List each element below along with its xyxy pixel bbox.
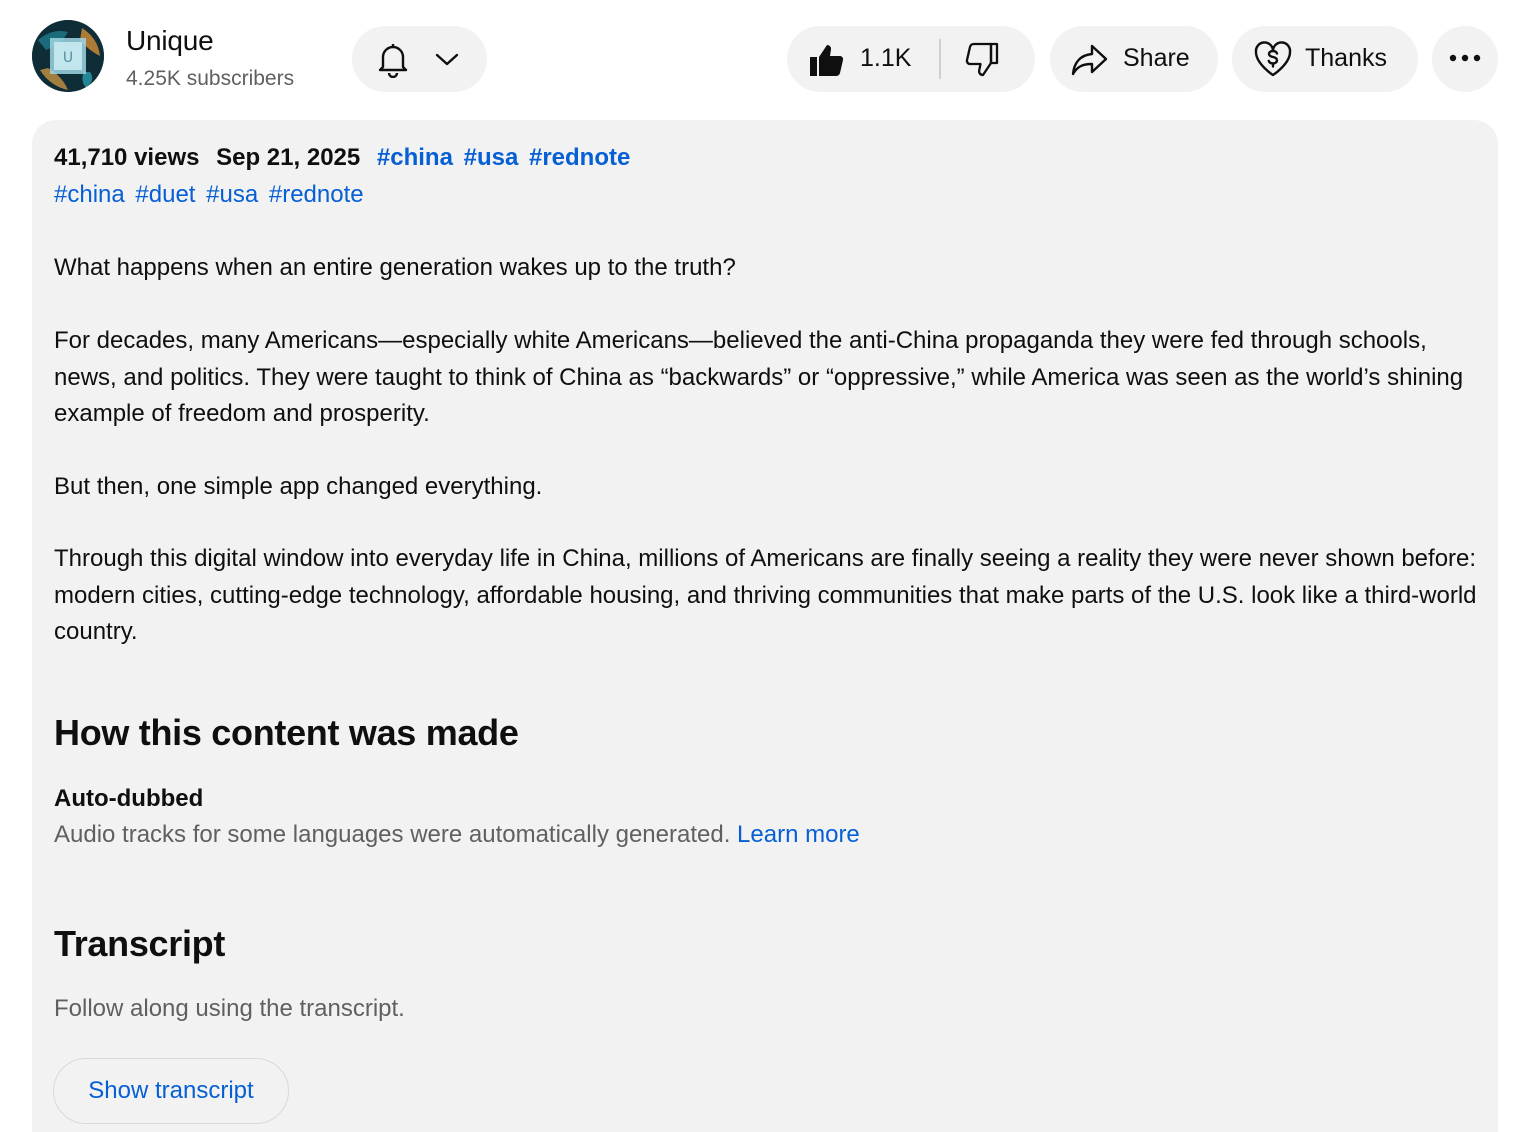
thanks-button[interactable]: Thanks (1232, 26, 1418, 92)
hashtag-link[interactable]: #china (377, 144, 453, 171)
video-info-page: U Unique 4.25K subscribers 1.1K Share Th… (0, 0, 1522, 1132)
transcript-title: Transcript (54, 923, 226, 964)
transcript-description: Follow along using the transcript. (54, 995, 405, 1022)
hashtag-link[interactable]: #duet (135, 181, 195, 208)
share-icon (1070, 40, 1110, 85)
like-button[interactable]: 1.1K (787, 26, 940, 92)
like-count: 1.1K (860, 44, 912, 72)
notification-button[interactable] (352, 26, 487, 92)
chevron-down-icon (434, 46, 460, 77)
show-transcript-button[interactable]: Show transcript (53, 1058, 289, 1124)
hashtag-link[interactable]: #rednote (269, 181, 364, 208)
thanks-icon (1252, 38, 1294, 85)
more-icon (1448, 50, 1482, 68)
description-paragraph: For decades, many Americans—especially w… (54, 327, 1464, 427)
subscriber-count: 4.25K subscribers (126, 67, 295, 90)
channel-name[interactable]: Unique (126, 25, 214, 57)
description-panel[interactable]: 41,710 views Sep 21, 2025 #china #usa #r… (32, 120, 1498, 1132)
avatar[interactable]: U (32, 20, 104, 92)
upload-date: Sep 21, 2025 (216, 144, 361, 171)
auto-dubbed-label: Auto-dubbed (54, 785, 204, 812)
thumbs-down-icon (963, 41, 1001, 84)
description-paragraph: What happens when an entire generation w… (54, 254, 736, 281)
thumbs-up-icon (807, 41, 845, 84)
owner-action-row: U Unique 4.25K subscribers 1.1K Share Th… (0, 0, 1522, 120)
dislike-button[interactable] (941, 26, 1035, 92)
like-dislike-group: 1.1K (787, 26, 1035, 92)
how-made-title: How this content was made (54, 712, 519, 753)
thanks-label: Thanks (1305, 44, 1387, 72)
learn-more-link[interactable]: Learn more (737, 821, 860, 848)
description-paragraph: But then, one simple app changed everyth… (54, 473, 543, 500)
description-meta: 41,710 views Sep 21, 2025 #china #usa #r… (54, 144, 634, 172)
view-count: 41,710 views (54, 144, 200, 171)
more-actions-button[interactable] (1432, 26, 1498, 92)
hashtag-link[interactable]: #rednote (529, 144, 630, 171)
share-label: Share (1123, 44, 1190, 72)
avatar-letter: U (63, 50, 73, 66)
hashtag-link[interactable]: #usa (206, 181, 258, 208)
hashtag-link[interactable]: #china (54, 181, 125, 208)
share-button[interactable]: Share (1050, 26, 1218, 92)
hashtag-link[interactable]: #usa (464, 144, 519, 171)
hashtag-line: #china #duet #usa #rednote (54, 181, 368, 209)
description-paragraph: Through this digital window into everyda… (54, 545, 1477, 645)
auto-dubbed-description: Audio tracks for some languages were aut… (54, 821, 731, 848)
auto-dubbed-text: Audio tracks for some languages were aut… (54, 821, 860, 849)
bell-icon (374, 40, 412, 83)
